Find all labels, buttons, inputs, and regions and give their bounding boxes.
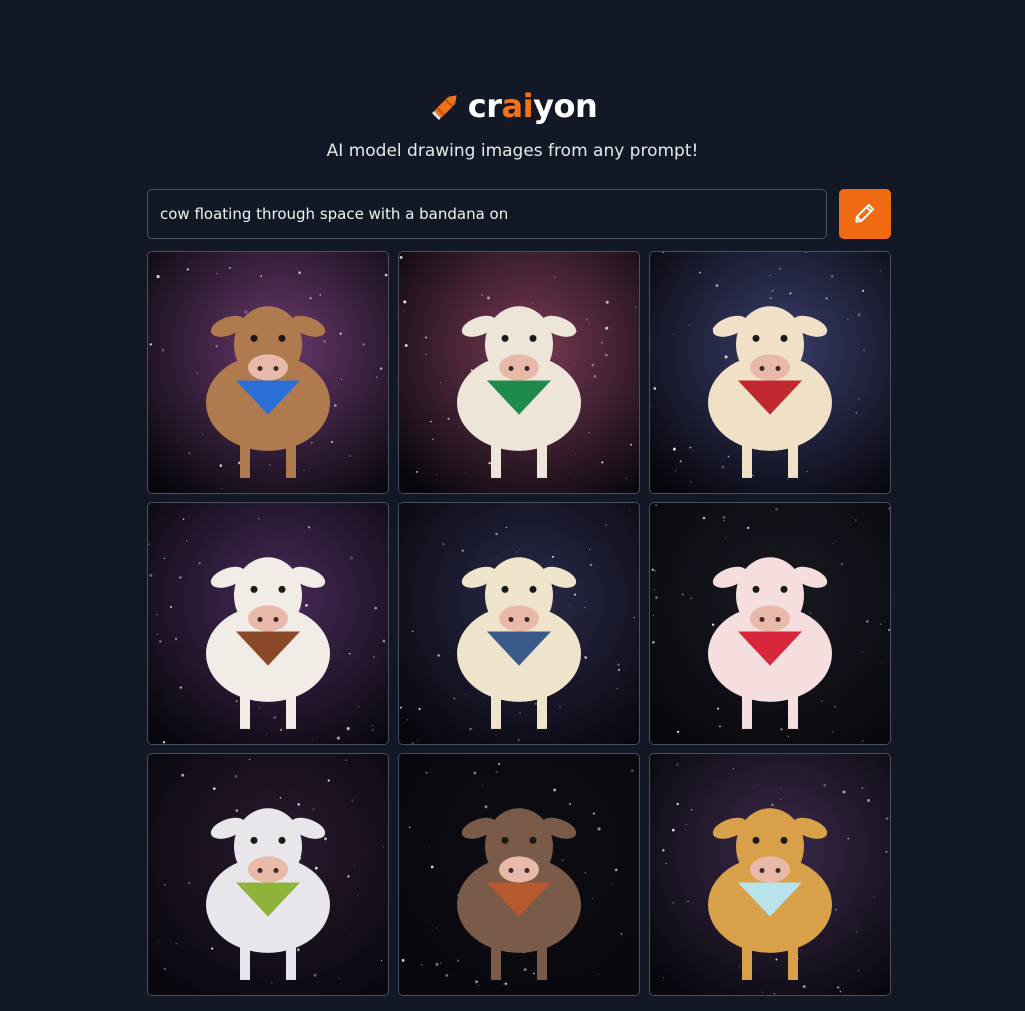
result-image[interactable] — [398, 753, 640, 996]
result-image[interactable] — [649, 753, 891, 996]
logo[interactable]: craiyon — [0, 86, 1025, 126]
result-image[interactable] — [147, 251, 389, 494]
pencil-icon — [852, 200, 878, 229]
result-image[interactable] — [398, 251, 640, 494]
result-image[interactable] — [398, 502, 640, 745]
result-image[interactable] — [147, 753, 389, 996]
results-grid — [147, 251, 891, 996]
result-image[interactable] — [649, 502, 891, 745]
draw-button[interactable] — [839, 189, 891, 239]
logo-wordmark: craiyon — [467, 87, 598, 125]
prompt-input[interactable] — [147, 189, 827, 239]
craiyon-page: craiyon AI model drawing images from any… — [0, 0, 1025, 1011]
result-image[interactable] — [147, 502, 389, 745]
crayon-logo-icon — [428, 88, 464, 124]
tagline: AI model drawing images from any prompt! — [326, 141, 699, 161]
result-image[interactable] — [649, 251, 891, 494]
